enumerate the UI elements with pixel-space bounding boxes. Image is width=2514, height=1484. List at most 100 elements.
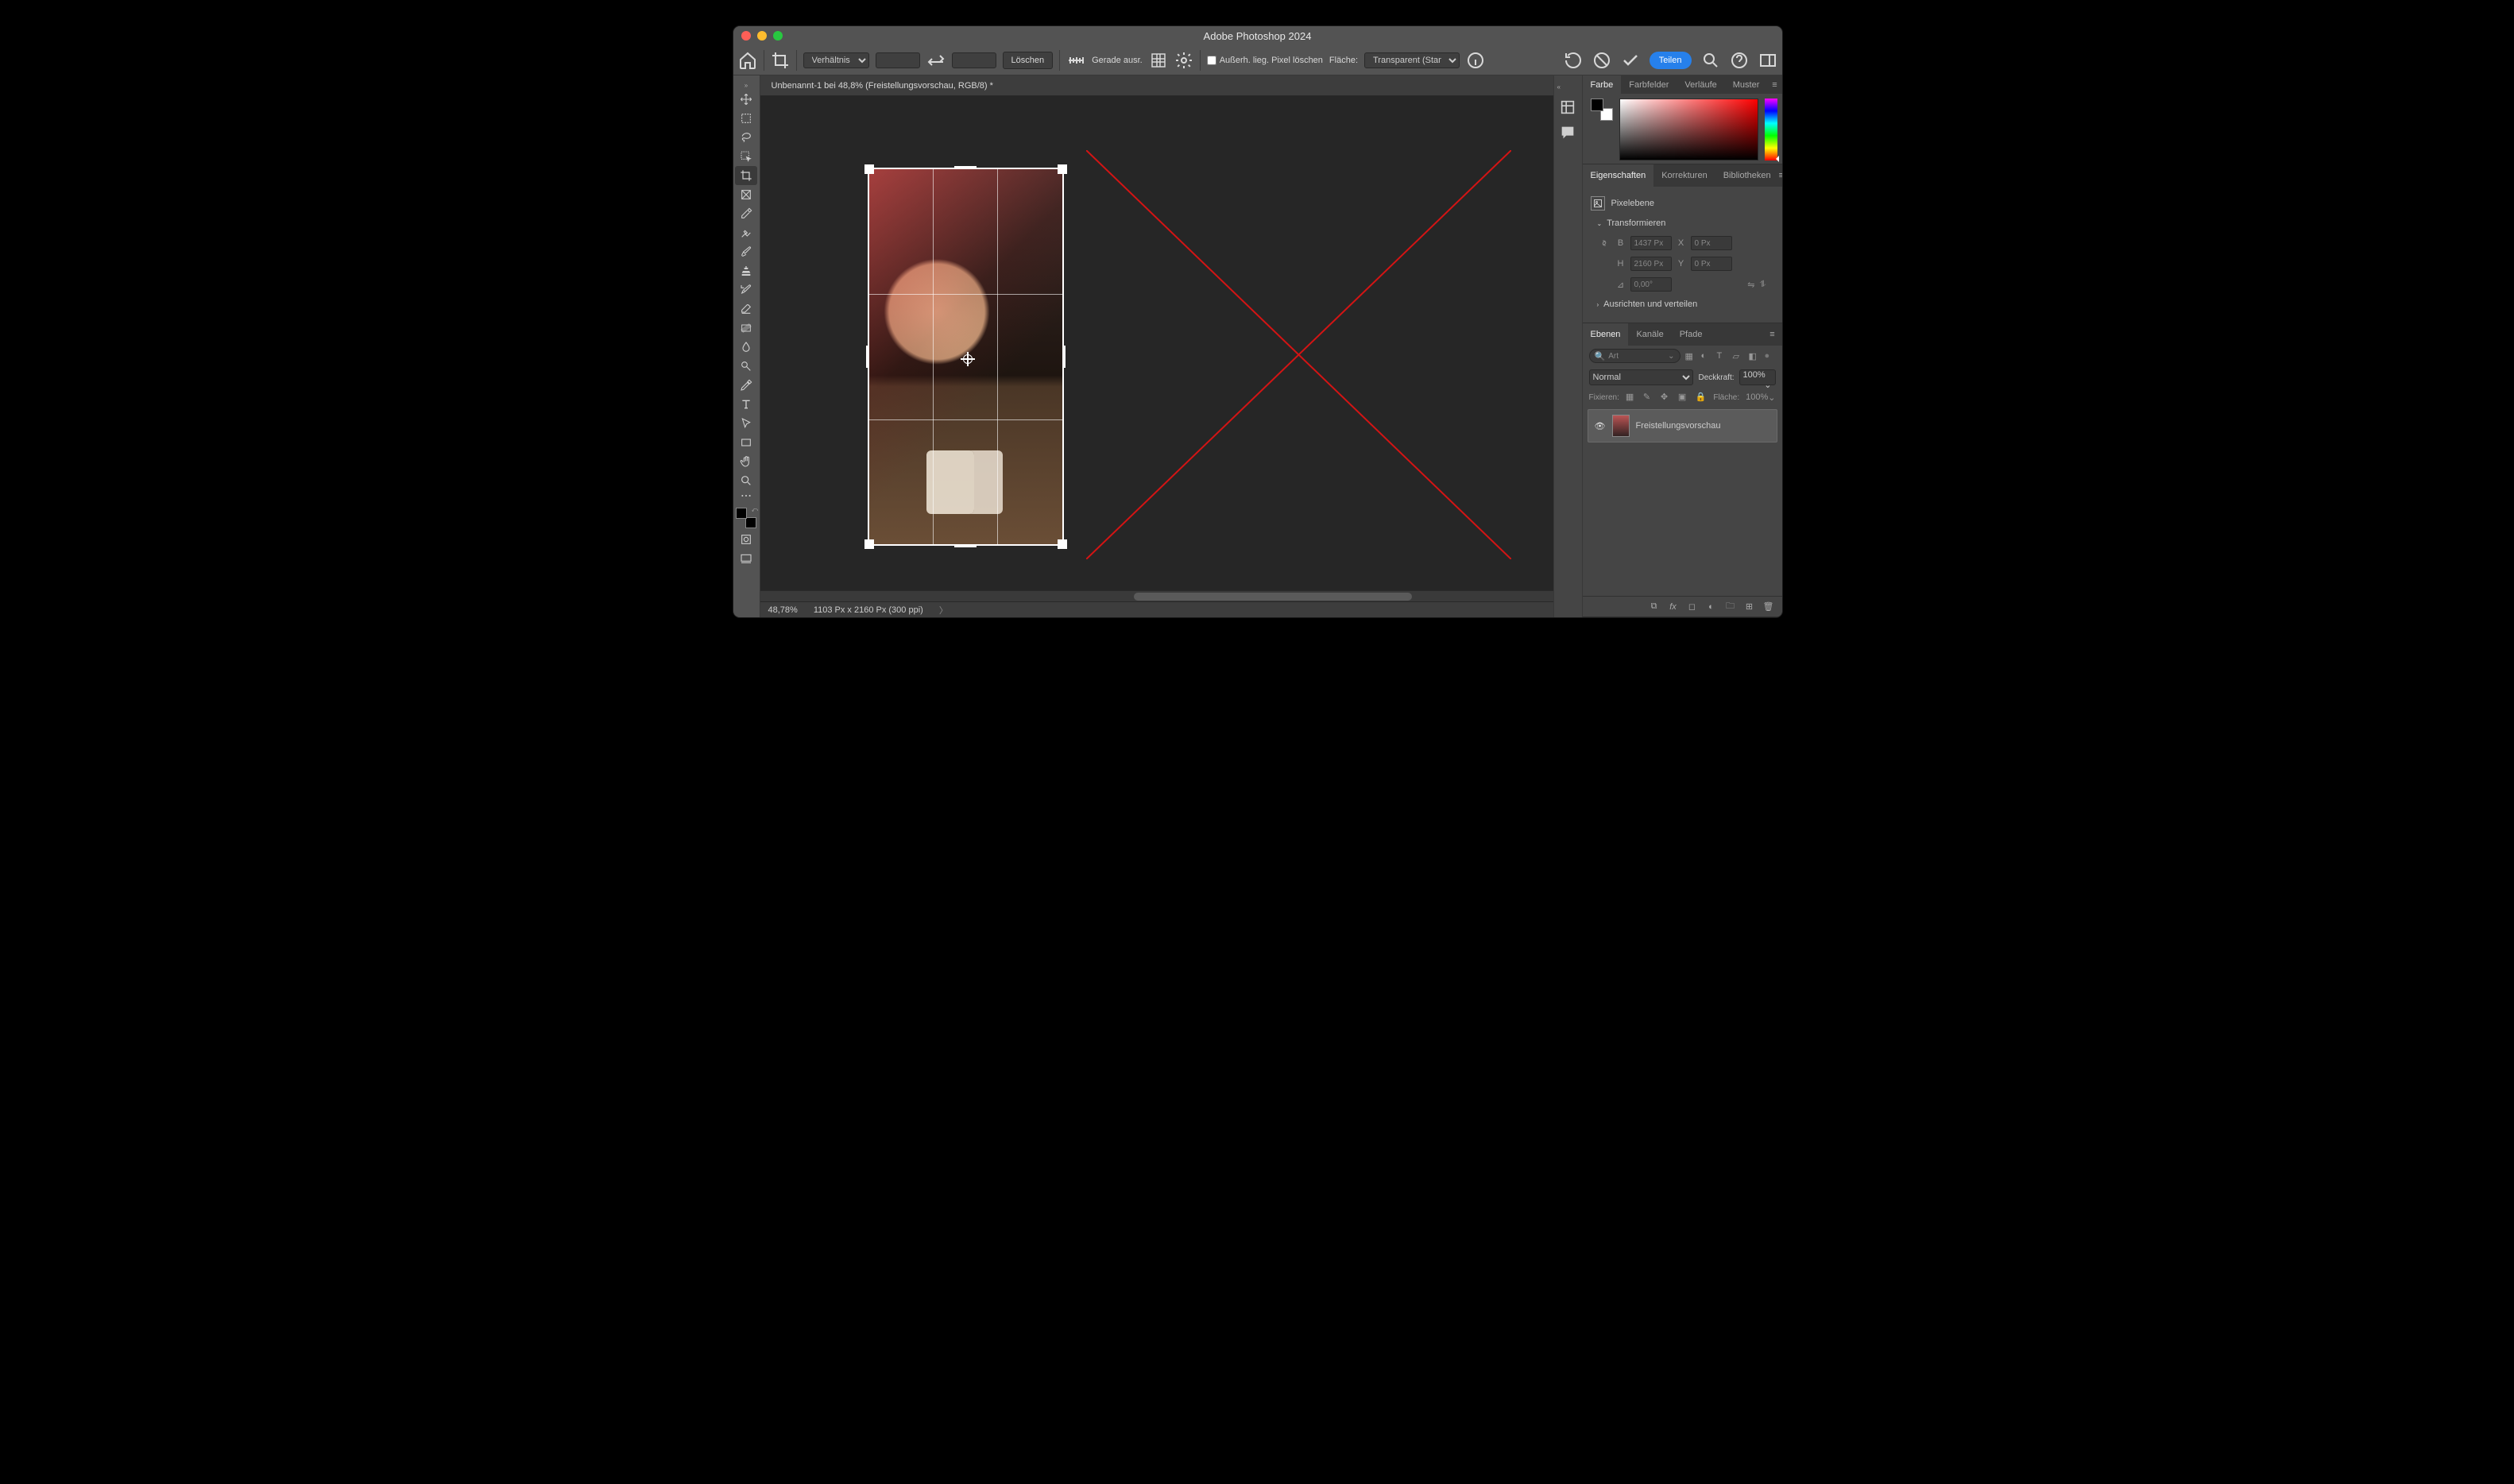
crop-handle-tr[interactable] [1058, 164, 1067, 174]
tab-bibliotheken[interactable]: Bibliotheken [1715, 164, 1779, 187]
delete-layer-icon[interactable]: 🗑 [1763, 601, 1774, 613]
shape-tool[interactable] [735, 433, 757, 452]
screen-mode-button[interactable] [735, 549, 757, 568]
add-mask-icon[interactable]: ◻ [1687, 601, 1698, 613]
swap-dimensions-button[interactable] [926, 51, 946, 70]
dodge-tool[interactable] [735, 357, 757, 376]
horizontal-scrollbar[interactable] [760, 590, 1553, 601]
tab-farbfelder[interactable]: Farbfelder [1621, 75, 1677, 94]
crop-handle-left[interactable] [866, 346, 869, 368]
minimize-window-button[interactable] [757, 31, 767, 41]
filter-toggle-icon[interactable]: ● [1765, 351, 1776, 361]
canvas[interactable] [760, 96, 1553, 601]
marquee-tool[interactable] [735, 109, 757, 128]
lock-artboard-icon[interactable]: ▣ [1678, 392, 1689, 403]
crop-settings-button[interactable] [1174, 51, 1193, 70]
crop-width-input[interactable] [876, 52, 920, 68]
zoom-tool[interactable] [735, 471, 757, 490]
object-selection-tool[interactable] [735, 147, 757, 166]
crop-handle-bl[interactable] [864, 539, 874, 549]
props-panel-menu[interactable]: ≡ [1779, 164, 1782, 187]
history-brush-tool[interactable] [735, 280, 757, 300]
clear-button[interactable]: Löschen [1003, 52, 1054, 69]
layer-visibility-icon[interactable]: 👁 [1595, 421, 1606, 431]
zoom-level[interactable]: 48,78% [768, 605, 798, 615]
healing-brush-tool[interactable] [735, 223, 757, 242]
foreground-background-colors[interactable]: ⤺ [734, 506, 758, 530]
flip-horizontal-icon[interactable]: ⇋ [1747, 280, 1754, 290]
path-selection-tool[interactable] [735, 414, 757, 433]
width-field[interactable]: 1437 Px [1630, 236, 1672, 250]
tab-muster[interactable]: Muster [1725, 75, 1768, 94]
angle-field[interactable]: 0,00° [1630, 277, 1672, 292]
eyedropper-tool[interactable] [735, 204, 757, 223]
crop-handle-bottom[interactable] [954, 544, 977, 547]
height-field[interactable]: 2160 Px [1630, 257, 1672, 271]
delete-pixels-checkbox[interactable]: Außerh. lieg. Pixel löschen [1207, 56, 1323, 65]
x-field[interactable]: 0 Px [1691, 236, 1732, 250]
cancel-crop-button[interactable] [1592, 51, 1611, 70]
pen-tool[interactable] [735, 376, 757, 395]
fill-input[interactable]: 100% ⌄ [1746, 392, 1775, 403]
tab-ebenen[interactable]: Ebenen [1583, 323, 1629, 346]
lock-transparency-icon[interactable]: ▦ [1626, 392, 1637, 403]
tab-pfade[interactable]: Pfade [1672, 323, 1711, 346]
frame-tool[interactable] [735, 185, 757, 204]
move-tool[interactable] [735, 90, 757, 109]
crop-ratio-select[interactable]: Verhältnis [803, 52, 869, 68]
workspace-switcher-button[interactable] [1758, 51, 1777, 70]
color-panel-menu[interactable]: ≡ [1767, 75, 1781, 94]
overlay-grid-button[interactable] [1149, 51, 1168, 70]
layer-fx-icon[interactable]: fx [1668, 601, 1679, 613]
comments-panel-icon[interactable] [1559, 124, 1576, 141]
eraser-tool[interactable] [735, 300, 757, 319]
crop-center-icon[interactable] [961, 352, 975, 366]
hand-tool[interactable] [735, 452, 757, 471]
tab-kanaele[interactable]: Kanäle [1628, 323, 1671, 346]
tab-korrekturen[interactable]: Korrekturen [1653, 164, 1715, 187]
filter-shape-icon[interactable]: ▱ [1733, 351, 1744, 361]
new-group-icon[interactable]: 🗀 [1725, 601, 1736, 613]
home-button[interactable] [738, 51, 757, 70]
hue-slider[interactable] [1765, 99, 1777, 160]
layer-row[interactable]: 👁 Freistellungsvorschau [1588, 409, 1777, 442]
clone-stamp-tool[interactable] [735, 261, 757, 280]
align-section-header[interactable]: ›Ausrichten und verteilen [1589, 295, 1776, 314]
layers-panel-menu[interactable]: ≡ [1763, 323, 1782, 346]
tab-farbe[interactable]: Farbe [1583, 75, 1622, 94]
opacity-input[interactable]: 100% ⌄ [1739, 369, 1776, 385]
crop-handle-tl[interactable] [864, 164, 874, 174]
layer-name[interactable]: Freistellungsvorschau [1636, 421, 1721, 431]
color-fgbg-swatch[interactable] [1591, 99, 1613, 121]
brush-tool[interactable] [735, 242, 757, 261]
share-button[interactable]: Teilen [1650, 52, 1692, 69]
info-icon[interactable] [1466, 51, 1485, 70]
filter-adjust-icon[interactable]: ◐ [1701, 351, 1712, 361]
zoom-window-button[interactable] [773, 31, 783, 41]
swap-colors-icon[interactable]: ⤺ [751, 506, 758, 514]
flip-vertical-icon[interactable]: ⥮ [1760, 280, 1766, 290]
help-icon[interactable] [1730, 51, 1749, 70]
lock-position-icon[interactable]: ✥ [1661, 392, 1672, 403]
blend-mode-select[interactable]: Normal [1589, 369, 1694, 385]
layer-filter-search[interactable]: 🔍Art⌄ [1589, 349, 1681, 363]
straighten-icon[interactable] [1066, 51, 1085, 70]
filter-type-icon[interactable]: T [1717, 351, 1728, 361]
link-wh-icon[interactable] [1599, 238, 1611, 249]
crop-box[interactable] [868, 168, 1064, 546]
gradient-tool[interactable] [735, 319, 757, 338]
color-spectrum[interactable] [1619, 99, 1758, 160]
close-window-button[interactable] [741, 31, 751, 41]
link-layers-icon[interactable]: ⧉ [1649, 601, 1660, 613]
filter-smart-icon[interactable]: ◧ [1749, 351, 1760, 361]
crop-handle-top[interactable] [954, 166, 977, 169]
document-tab[interactable]: Unbenannt-1 bei 48,8% (Freistellungsvors… [760, 75, 1553, 96]
tab-verlaeufe[interactable]: Verläufe [1677, 75, 1724, 94]
tab-eigenschaften[interactable]: Eigenschaften [1583, 164, 1654, 187]
doc-dimensions[interactable]: 1103 Px x 2160 Px (300 ppi) [814, 605, 923, 615]
crop-tool-icon[interactable] [771, 51, 790, 70]
history-panel-icon[interactable] [1559, 99, 1576, 116]
commit-crop-button[interactable] [1621, 51, 1640, 70]
more-tools-button[interactable] [735, 490, 757, 501]
lock-paint-icon[interactable]: ✎ [1643, 392, 1654, 403]
